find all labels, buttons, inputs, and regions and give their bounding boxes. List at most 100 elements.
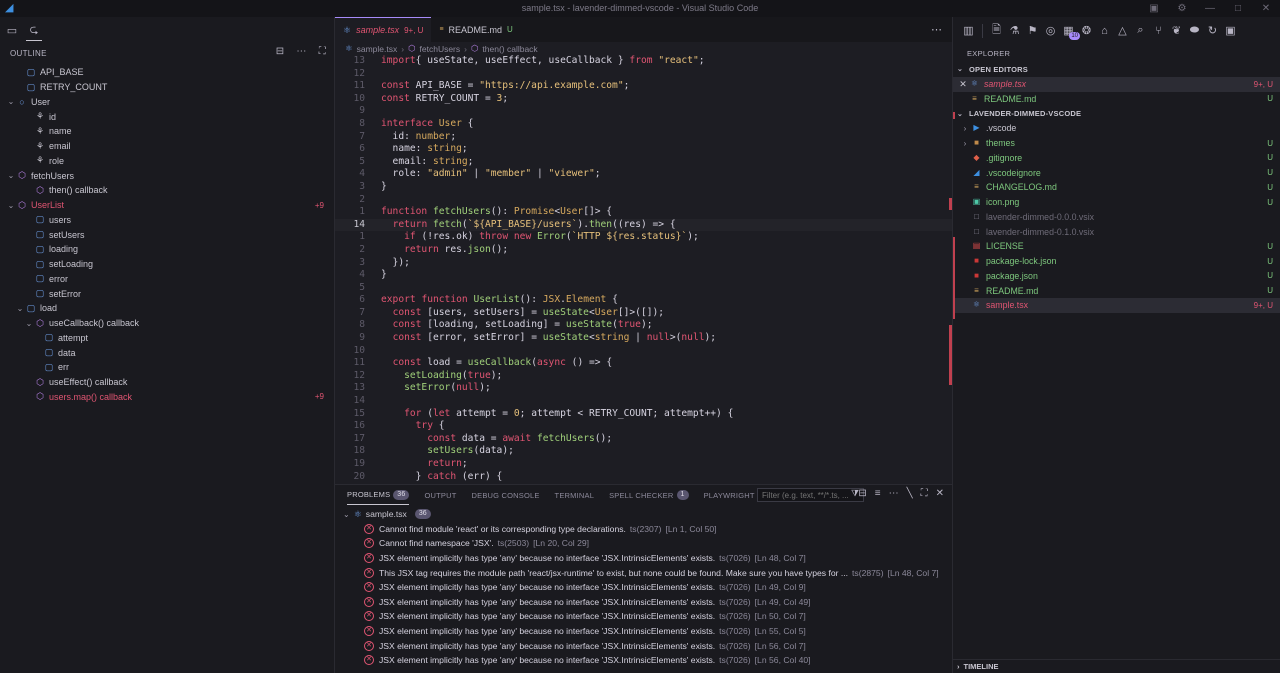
project-section[interactable]: ⌄ LAVENDER-DIMMED-VSCODE [953,106,1280,121]
split-icon[interactable]: ╲ [907,488,913,499]
code-line[interactable]: 2 [335,194,952,207]
outline-item[interactable]: ⌄ ⬡ UserList +9 [0,198,334,213]
code-line[interactable]: 6 name: string; [335,143,952,156]
code-line[interactable]: 13 setError(null); [335,382,952,395]
code-line[interactable]: 4} [335,269,952,282]
tab-readme-md[interactable]: ≡ README.md U [431,17,520,42]
source-control-icon[interactable]: ⑂ [1151,25,1166,37]
azure-icon[interactable]: △ [1115,24,1130,37]
code-line[interactable]: 12 setLoading(true); [335,370,952,383]
remote-icon[interactable]: ⌂ [1097,25,1112,37]
collapse-all-icon[interactable]: ⊟ [276,46,285,57]
outline-item[interactable]: ▢ data [0,345,334,360]
close-icon[interactable]: ✕ [957,79,969,90]
file-tree-item[interactable]: □ lavender-dimmed-0.0.0.vsix [953,210,1280,225]
code-line[interactable]: 8 const [loading, setLoading] = useState… [335,319,952,332]
timeline-icon[interactable]: ↻ [1205,24,1220,37]
chevron-right-icon[interactable]: › [959,124,971,133]
code-line[interactable]: 8 interface User { [335,118,952,131]
code-line[interactable]: 7 const [users, setUsers] = useState<Use… [335,307,952,320]
code-line[interactable]: 5 [335,282,952,295]
chat-icon[interactable]: ▭ [4,24,20,37]
code-line[interactable]: 16 try { [335,420,952,433]
code-line[interactable]: 17 const data = await fetchUsers(); [335,433,952,446]
extensions-icon[interactable]: ▦ 10 [1061,24,1080,40]
problem-item[interactable]: ✕ JSX element implicitly has type 'any' b… [335,609,952,624]
outline-item[interactable]: ▢ setLoading [0,257,334,272]
outline-item[interactable]: ▢ loading [0,242,334,257]
outline-item[interactable]: ⌄ ⬡ fetchUsers [0,168,334,183]
code-line[interactable]: 19 return; [335,458,952,471]
panel-tab-terminal[interactable]: TERMINAL [555,485,595,505]
leaf-icon[interactable]: ❦ [1169,24,1184,37]
problem-item[interactable]: ✕ Cannot find module 'react' or its corre… [335,522,952,537]
code-line[interactable]: 13 import{ useState, useEffect, useCallba… [335,55,952,68]
problem-item[interactable]: ✕ JSX element implicitly has type 'any' b… [335,653,952,668]
minimize-button[interactable]: — [1196,3,1224,14]
code-line[interactable]: 18 setUsers(data); [335,445,952,458]
view-as-list-icon[interactable]: ≡ [875,488,881,499]
open-editor-item[interactable]: ✕ ⚛ sample.tsx 9+, U [953,76,1280,92]
breadcrumb-callback[interactable]: then() callback [482,44,537,54]
outline-item[interactable]: ⚘ name [0,124,334,139]
code-line[interactable]: 11 const API_BASE = "https://api.example.… [335,80,952,93]
outline-item[interactable]: ⬡ users.map() callback +9 [0,390,334,405]
panel-tab-output[interactable]: OUTPUT [424,485,456,505]
outline-item[interactable]: ▢ setUsers [0,227,334,242]
file-tree-item[interactable]: □ lavender-dimmed-0.1.0.vsix [953,224,1280,239]
code-line[interactable]: 5 email: string; [335,156,952,169]
timeline-section[interactable]: › TIMELINE [953,659,1280,673]
outline-item[interactable]: ▢ RETRY_COUNT [0,80,334,95]
code-line[interactable]: 14 return fetch(`${API_BASE}/users`).the… [335,218,952,232]
file-tree-item[interactable]: › ■ themes U [953,136,1280,151]
panel-tab-playwright[interactable]: PLAYWRIGHT [704,485,755,505]
file-tree-item[interactable]: › ▶ .vscode [953,121,1280,136]
outline-item[interactable]: ▢ API_BASE [0,65,334,80]
more-actions-icon[interactable]: ⋯ [931,23,942,36]
browser-icon[interactable]: ◎ [1043,24,1058,37]
code-line[interactable]: 14 [335,395,952,408]
code-line[interactable]: 2 return res.json(); [335,244,952,257]
outline-item[interactable]: ⬡ useEffect() callback [0,375,334,390]
code-line[interactable]: 3 }); [335,257,952,270]
outline-item[interactable]: ⌄ ▢ load [0,301,334,316]
docker-icon[interactable]: ❂ [1079,24,1094,37]
maximize-panel-icon[interactable]: ⛶ [921,488,928,499]
problems-file-row[interactable]: ⌄ ⚛ sample.tsx 36 [335,507,952,522]
code-line[interactable]: 10 [335,345,952,358]
problem-item[interactable]: ✕ JSX element implicitly has type 'any' b… [335,595,952,610]
bookmark-icon[interactable]: ⚑ [1025,24,1040,37]
open-editor-item[interactable]: ≡ README.md U [953,92,1280,107]
outline-item[interactable]: ▢ error [0,272,334,287]
code-line[interactable]: 15 for (let attempt = 0; attempt < RETRY… [335,408,952,421]
breadcrumb-function[interactable]: fetchUsers [420,44,461,54]
code-line[interactable]: 3} [335,181,952,194]
outline-item[interactable]: ▢ setError [0,286,334,301]
files-icon[interactable]: 🗎 [989,21,1004,40]
layout-icon[interactable]: ▣ [1140,3,1168,14]
problem-item[interactable]: ✕ Cannot find namespace 'JSX'. ts(2503) [Ln… [335,536,952,551]
file-tree-item[interactable]: ■ package.json U [953,269,1280,284]
panel-tab-problems[interactable]: PROBLEMS 36 [347,485,410,505]
search-icon[interactable]: ⌕ [1133,24,1148,37]
chevron-down-icon[interactable]: ⌄ [24,319,34,328]
code-line[interactable]: 9 const [error, setError] = useState<str… [335,332,952,345]
problem-item[interactable]: ✕ JSX element implicitly has type 'any' b… [335,624,952,639]
panel-tab-spell-checker[interactable]: SPELL CHECKER 1 [609,485,689,505]
close-window-button[interactable]: ✕ [1252,3,1280,14]
file-tree-item[interactable]: ≡ CHANGELOG.md U [953,180,1280,195]
problem-item[interactable]: ✕ JSX element implicitly has type 'any' b… [335,551,952,566]
outline-item[interactable]: ⌄ ⬡ useCallback() callback [0,316,334,331]
chevron-right-icon[interactable]: › [959,139,971,148]
open-editors-section[interactable]: ⌄ OPEN EDITORS [953,62,1280,77]
outline-item[interactable]: ⚘ email [0,139,334,154]
chevron-down-icon[interactable]: ⌄ [15,304,25,313]
panel-toggle-icon[interactable]: ▥ [961,24,976,37]
problems-filter-input[interactable] [757,488,864,502]
code-line[interactable]: 6 export function UserList(): JSX.Element… [335,294,952,307]
problem-item[interactable]: ✕ JSX element implicitly has type 'any' b… [335,580,952,595]
close-panel-icon[interactable]: ✕ [936,488,944,499]
more-actions-icon[interactable]: ⋯ [889,488,899,499]
panel-tab-debug-console[interactable]: DEBUG CONSOLE [472,485,540,505]
maximize-button[interactable]: □ [1224,3,1252,14]
